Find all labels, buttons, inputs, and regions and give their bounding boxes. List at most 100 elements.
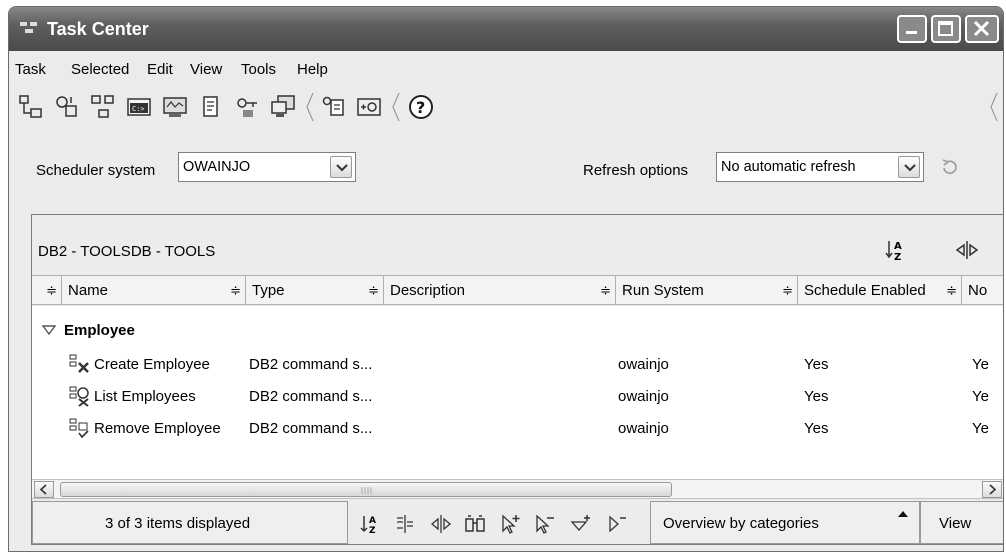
toolbar-separator bbox=[392, 92, 400, 122]
panel-status-bar: 3 of 3 items displayed AZ Overview by ca… bbox=[32, 501, 1003, 545]
maximize-button[interactable] bbox=[931, 15, 961, 43]
menu-task[interactable]: Task bbox=[15, 61, 46, 78]
panel-path: DB2 - TOOLSDB - TOOLS bbox=[38, 243, 216, 260]
task-name: Create Employee bbox=[94, 356, 210, 373]
filter-columns-icon[interactable] bbox=[394, 513, 416, 535]
item-count: 3 of 3 items displayed bbox=[105, 515, 251, 532]
group-name: Employee bbox=[64, 322, 135, 339]
svg-text:C:>: C:> bbox=[132, 105, 145, 113]
column-header-schedule-enabled[interactable]: Schedule Enabled ≑ bbox=[798, 276, 962, 304]
toolbar-separator bbox=[306, 92, 314, 122]
scheduler-system-value: OWAINJO bbox=[183, 159, 251, 175]
task-next: Ye bbox=[972, 388, 989, 405]
new-task-icon[interactable] bbox=[17, 93, 45, 121]
svg-text:Z: Z bbox=[894, 252, 901, 263]
task-schedule-enabled: Yes bbox=[804, 356, 829, 373]
task-schedule-enabled: Yes bbox=[804, 388, 829, 405]
task-center-app-icon bbox=[20, 22, 37, 33]
deselect-all-icon[interactable] bbox=[534, 513, 556, 535]
menu-tools[interactable]: Tools bbox=[241, 61, 276, 78]
toolbar: C:> ? bbox=[9, 87, 1003, 127]
view-mode-select[interactable]: Overview by categories bbox=[650, 501, 920, 544]
scrollbar-thumb[interactable] bbox=[60, 482, 672, 497]
column-type-label: Type bbox=[252, 282, 285, 299]
configuration-assistant-icon[interactable] bbox=[269, 93, 297, 121]
sort-az-icon[interactable]: AZ bbox=[360, 513, 382, 535]
find-binoculars-icon[interactable] bbox=[464, 513, 486, 535]
remove-task-icon bbox=[69, 418, 89, 439]
svg-text:A: A bbox=[369, 516, 376, 526]
task-tool-icon[interactable] bbox=[53, 93, 81, 121]
column-header-run-system[interactable]: Run System ≑ bbox=[616, 276, 798, 304]
column-header-name[interactable]: Name ≑ bbox=[62, 276, 246, 304]
help-icon[interactable]: ? bbox=[407, 93, 435, 121]
minimize-button[interactable] bbox=[897, 15, 927, 43]
column-description-label: Description bbox=[390, 282, 466, 299]
sort-toggle-icon: ≑ bbox=[368, 283, 379, 298]
svg-text:A: A bbox=[894, 241, 902, 252]
scroll-left-button[interactable] bbox=[34, 481, 54, 498]
sort-toggle-icon: ≑ bbox=[46, 283, 57, 298]
menu-help[interactable]: Help bbox=[297, 61, 328, 78]
svg-text:Z: Z bbox=[369, 526, 376, 535]
refresh-options-label: Refresh options bbox=[583, 162, 689, 179]
scroll-right-button[interactable] bbox=[982, 481, 1002, 498]
close-button[interactable] bbox=[965, 15, 999, 43]
journal-icon[interactable] bbox=[197, 93, 225, 121]
column-header-next[interactable]: No bbox=[962, 276, 1003, 304]
table-row[interactable]: List Employees DB2 command s... owainjo … bbox=[32, 382, 1003, 412]
menu-edit[interactable]: Edit bbox=[147, 61, 173, 78]
select-all-icon[interactable] bbox=[500, 513, 522, 535]
column-resize-icon[interactable] bbox=[952, 239, 982, 261]
menu-selected[interactable]: Selected bbox=[71, 61, 129, 78]
column-run-system-label: Run System bbox=[622, 282, 704, 299]
column-headers: ≑ Name ≑ Type ≑ Description ≑ Run System ≑ S… bbox=[32, 275, 1003, 305]
view-button[interactable]: View bbox=[920, 501, 1003, 544]
task-type: DB2 command s... bbox=[249, 420, 373, 437]
task-name: List Employees bbox=[94, 388, 196, 405]
command-window-icon[interactable]: C:> bbox=[125, 93, 153, 121]
task-name: Remove Employee bbox=[94, 420, 221, 437]
row-sort-column[interactable]: ≑ bbox=[32, 276, 62, 304]
column-header-description[interactable]: Description ≑ bbox=[384, 276, 616, 304]
task-grid: Employee Create Employee DB2 command s..… bbox=[32, 306, 1003, 479]
refresh-icon[interactable] bbox=[939, 156, 961, 178]
chevron-down-icon bbox=[336, 164, 348, 172]
group-tasks-icon[interactable] bbox=[89, 93, 117, 121]
control-center-icon[interactable] bbox=[161, 93, 189, 121]
svg-text:?: ? bbox=[416, 98, 425, 117]
panel-header: DB2 - TOOLSDB - TOOLS AZ bbox=[32, 215, 1003, 275]
chevron-up-icon bbox=[898, 511, 908, 517]
group-row-employee[interactable]: Employee bbox=[32, 319, 1003, 343]
chevron-left-icon bbox=[39, 484, 47, 495]
sort-toggle-icon: ≑ bbox=[230, 283, 241, 298]
task-next: Ye bbox=[972, 356, 989, 373]
horizontal-scrollbar[interactable] bbox=[32, 479, 1003, 499]
license-center-icon[interactable] bbox=[233, 93, 261, 121]
menu-view[interactable]: View bbox=[190, 61, 222, 78]
column-name-label: Name bbox=[68, 282, 109, 299]
maximize-icon bbox=[938, 21, 953, 36]
window-title: Task Center bbox=[47, 19, 149, 39]
view-mode-value: Overview by categories bbox=[663, 515, 819, 532]
settings-icon[interactable] bbox=[355, 93, 383, 121]
column-header-type[interactable]: Type ≑ bbox=[246, 276, 384, 304]
scheduler-system-select[interactable]: OWAINJO bbox=[178, 152, 356, 182]
refresh-options-select[interactable]: No automatic refresh bbox=[716, 152, 924, 182]
expand-all-icon[interactable] bbox=[570, 513, 592, 535]
table-row[interactable]: Create Employee DB2 command s... owainjo… bbox=[32, 350, 1003, 380]
expand-triangle-icon[interactable] bbox=[42, 324, 56, 336]
toolbar-overflow bbox=[990, 92, 998, 122]
create-task-icon bbox=[69, 354, 89, 373]
scheduler-dropdown-button[interactable] bbox=[330, 156, 352, 178]
table-row[interactable]: Remove Employee DB2 command s... owainjo… bbox=[32, 414, 1003, 444]
chevron-right-icon bbox=[989, 484, 997, 495]
notification-icon[interactable] bbox=[319, 93, 347, 121]
menu-bar: Task Selected Edit View Tools Help bbox=[9, 53, 1003, 78]
task-run-system: owainjo bbox=[618, 356, 669, 373]
task-run-system: owainjo bbox=[618, 388, 669, 405]
column-resize-icon[interactable] bbox=[430, 513, 452, 535]
collapse-all-icon[interactable] bbox=[606, 513, 628, 535]
sort-az-icon[interactable]: AZ bbox=[884, 237, 910, 263]
refresh-dropdown-button[interactable] bbox=[898, 156, 920, 178]
